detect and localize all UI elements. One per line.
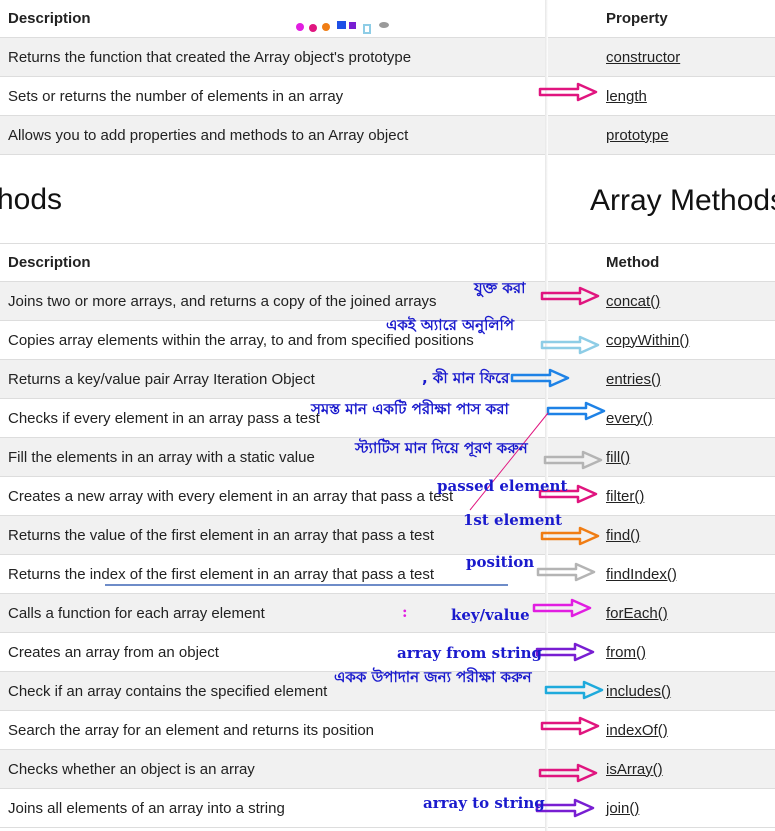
annotation-entries: , কী মান ফিরে	[422, 369, 510, 387]
method-description: Fill the elements in an array with a sta…	[8, 448, 315, 466]
method-description: Checks if every element in an array pass…	[8, 409, 320, 427]
table-row: includes()	[548, 672, 775, 711]
section-title-methods: hods	[0, 183, 63, 216]
description-header: Description	[8, 254, 91, 271]
method-link-concat[interactable]: concat()	[606, 293, 660, 310]
table-row: Allows you to add properties and methods…	[0, 116, 545, 155]
description-header: Description	[8, 10, 91, 27]
method-link-includes[interactable]: includes()	[606, 683, 671, 700]
method-description: Creates a new array with every element i…	[8, 487, 454, 505]
section-title-array-methods: Array Methods	[590, 184, 775, 217]
property-link-length[interactable]: length	[606, 88, 647, 105]
table-row: entries()	[548, 360, 775, 399]
annotation-includes: একক উপাদান জন্য পরীক্ষা করুন	[334, 668, 532, 686]
method-description: Returns a key/value pair Array Iteration…	[8, 370, 315, 388]
method-link-find[interactable]: find()	[606, 527, 640, 544]
annotation-findindex: position	[466, 553, 535, 571]
table-row: indexOf()	[548, 711, 775, 750]
method-table-header: Description	[0, 243, 545, 282]
table-row: Search the array for an element and retu…	[0, 711, 545, 750]
property-link-prototype[interactable]: prototype	[606, 127, 669, 144]
table-row: fill()	[548, 438, 775, 477]
right-pane: Property constructor length prototype Ar…	[548, 0, 775, 831]
method-link-findindex[interactable]: findIndex()	[606, 566, 677, 583]
annotation-copywithin: একই অ্যারে অনুলিপি	[386, 316, 515, 334]
property-description: Allows you to add properties and methods…	[8, 126, 409, 144]
property-description: Returns the function that created the Ar…	[8, 48, 412, 66]
property-header: Property	[606, 10, 668, 27]
annotation-from: array from string	[397, 644, 543, 662]
annotation-every: সমস্ত মান একটি পরীক্ষা পাস করা	[311, 400, 509, 418]
method-description: Returns the index of the first element i…	[8, 565, 435, 583]
method-description: Calls a function for each array element	[8, 604, 265, 622]
method-link-fill[interactable]: fill()	[606, 449, 630, 466]
method-link-join[interactable]: join()	[606, 800, 639, 817]
method-link-isarray[interactable]: isArray()	[606, 761, 663, 778]
table-row: isArray()	[548, 750, 775, 789]
property-description: Sets or returns the number of elements i…	[8, 87, 344, 105]
method-link-indexof[interactable]: indexOf()	[606, 722, 668, 739]
method-description: Check if an array contains the specified…	[8, 682, 328, 700]
table-row: findIndex()	[548, 555, 775, 594]
method-header: Method	[606, 254, 660, 271]
table-row: concat()	[548, 282, 775, 321]
method-description: Checks whether an object is an array	[8, 760, 255, 778]
table-row: Checks whether an object is an array	[0, 750, 545, 789]
table-row: length	[548, 77, 775, 116]
annotation-join: array to string	[423, 794, 545, 812]
annotation-foreach-colon: :	[402, 603, 408, 621]
table-row: Returns the index of the first element i…	[0, 555, 545, 594]
method-link-filter[interactable]: filter()	[606, 488, 644, 505]
method-link-from[interactable]: from()	[606, 644, 646, 661]
method-description: Creates an array from an object	[8, 643, 219, 661]
property-table-header: Property	[548, 0, 775, 38]
table-row: prototype	[548, 116, 775, 155]
method-description: Search the array for an element and retu…	[8, 721, 375, 739]
annotation-find: 1st element	[463, 511, 563, 529]
method-link-every[interactable]: every()	[606, 410, 653, 427]
property-table-header: Description	[0, 0, 545, 38]
annotation-concat: যুক্ত করা	[474, 279, 526, 297]
table-row: join()	[548, 789, 775, 828]
table-row: Sets or returns the number of elements i…	[0, 77, 545, 116]
property-link-constructor[interactable]: constructor	[606, 49, 680, 66]
method-description: Joins all elements of an array into a st…	[8, 799, 285, 817]
annotation-fill: স্ট্যাটিস মান দিয়ে পূরণ করুন	[355, 439, 528, 457]
table-row: copyWithin()	[548, 321, 775, 360]
table-row: from()	[548, 633, 775, 672]
method-link-foreach[interactable]: forEach()	[606, 605, 668, 622]
table-row: filter()	[548, 477, 775, 516]
annotation-foreach: key/value	[451, 606, 530, 624]
annotation-filter: passed element	[437, 477, 568, 495]
method-description: Joins two or more arrays, and returns a …	[8, 292, 437, 310]
method-table-header: Method	[548, 243, 775, 282]
method-link-entries[interactable]: entries()	[606, 371, 661, 388]
table-row: forEach()	[548, 594, 775, 633]
method-link-copywithin[interactable]: copyWithin()	[606, 332, 689, 349]
table-row: find()	[548, 516, 775, 555]
table-row: constructor	[548, 38, 775, 77]
table-row: Returns the function that created the Ar…	[0, 38, 545, 77]
method-description: Returns the value of the first element i…	[8, 526, 435, 544]
table-row: every()	[548, 399, 775, 438]
